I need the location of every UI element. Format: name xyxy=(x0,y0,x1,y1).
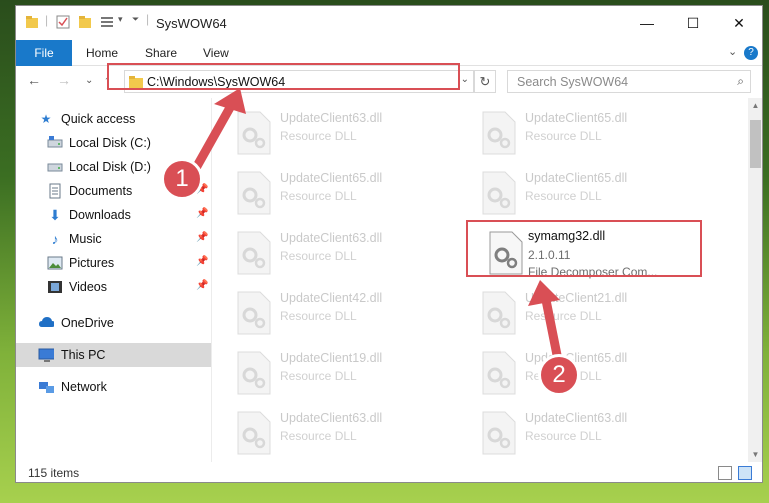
step-2-badge: 2 xyxy=(538,354,580,396)
arrow-1 xyxy=(191,88,246,173)
step-1-badge: 1 xyxy=(161,158,203,200)
arrow-2 xyxy=(528,280,563,365)
annotation-arrows xyxy=(191,88,563,365)
